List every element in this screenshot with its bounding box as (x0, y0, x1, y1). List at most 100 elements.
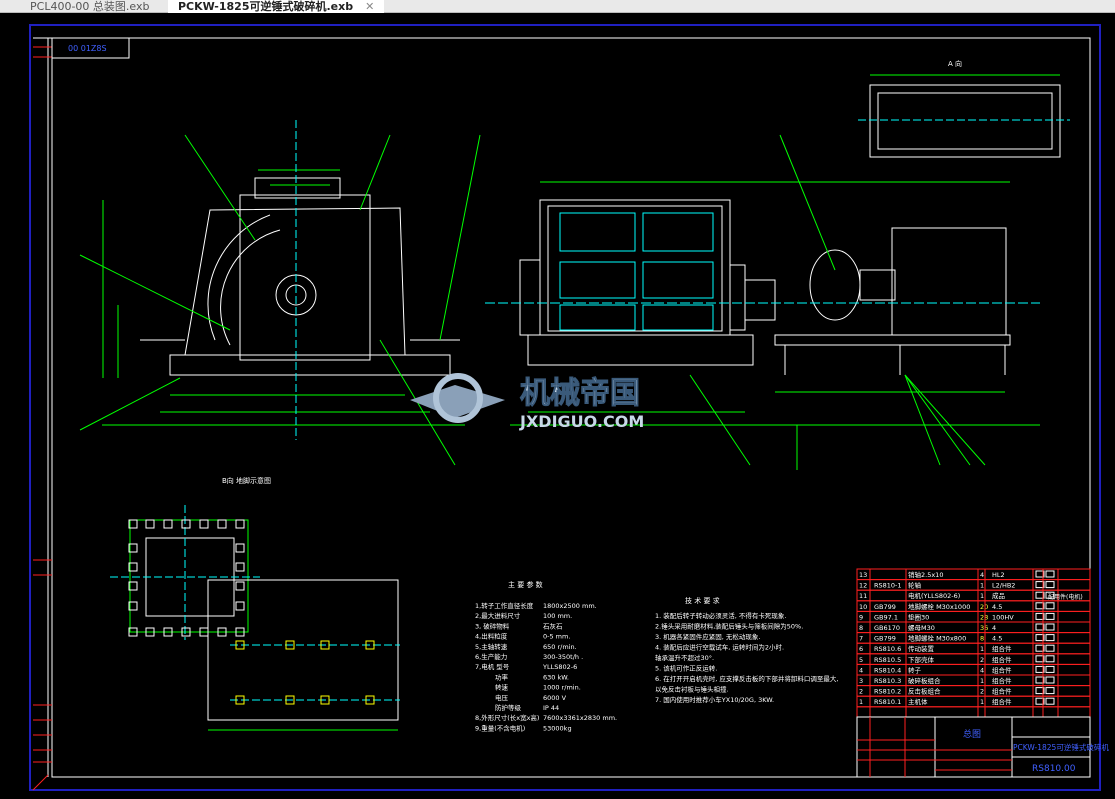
tab-pcl400[interactable]: PCL400-00 总装图.exb (20, 0, 159, 13)
parts-row: 9 GB97.1 垫圈30 28 100HV (856, 610, 1091, 623)
spec-value: 石灰石 (543, 621, 563, 630)
parts-row: 12 RS810-1 轮轴 1 L2/HB2 (856, 579, 1091, 591)
parts-side-note: 配用件(电机) (1048, 593, 1083, 601)
parts-cell: 4 (992, 624, 996, 632)
parts-cell: 垫圈30 (908, 612, 929, 621)
requirement-item: 以免反击衬板与锤头相撞. (655, 685, 729, 694)
watermark-logo: 机械帝国 JXDIGUO.COM (410, 373, 644, 431)
parts-cell: GB6170 (874, 624, 900, 632)
parts-row: 1 RS810.1 主机体 1 组合件 (856, 695, 1091, 708)
front-view-panels (559, 212, 714, 331)
spec-label: 电压 (495, 693, 509, 702)
parts-cell: 破碎板组合 (908, 676, 941, 685)
parts-cell: 主机体 (908, 697, 928, 706)
side-view-dims (79, 134, 481, 466)
anchor-bolt (235, 519, 245, 529)
parts-cell: HL2 (992, 571, 1005, 579)
parts-cell: 下部壳体 (908, 655, 935, 664)
parts-cell: 2 (859, 688, 863, 696)
parts-cell: 8 (980, 635, 984, 643)
a-view-label: A 向 (948, 59, 962, 68)
front-view (519, 199, 1011, 375)
parts-row: 6 RS810.6 传动装置 1 组合件 (856, 642, 1091, 655)
cad-canvas[interactable]: 00 01Z8S A 向 机械帝国 JXDIGUO.COM B向 地脚示意图 主… (0, 0, 1115, 799)
parts-cell: 3 (859, 677, 863, 685)
specs-list: 1,转子工作直径长度 1800x2500 mm. 2,最大进料尺寸 100 mm. 3,… (475, 601, 617, 732)
parts-row: 2 RS810.2 反击板组合 2 组合件 (856, 685, 1091, 697)
drawing-code-number: RS810.00 (1032, 764, 1076, 774)
parts-cell: RS810.2 (874, 688, 901, 696)
parts-cell: 4 (980, 666, 984, 674)
parts-row: 7 GB799 地脚螺栓 M30x800 8 4.5 (856, 632, 1091, 644)
left-strip-labels (33, 46, 52, 763)
foundation-label: B向 地脚示意图 (222, 476, 271, 485)
close-tab-icon[interactable]: ✕ (365, 0, 374, 13)
drawing-code: 00 01Z8S (68, 44, 107, 53)
spec-value: 0-5 mm. (543, 633, 570, 641)
spec-value: YLLS802-6 (542, 663, 577, 671)
watermark-name: 机械帝国 (520, 376, 640, 411)
parts-cell: 100HV (992, 613, 1014, 621)
parts-cell: 成品 (992, 591, 1005, 600)
parts-cell: 电机(YLLS802-6) (908, 591, 960, 600)
parts-cell: 5 (859, 656, 863, 664)
parts-cell: 1 (980, 582, 984, 590)
spec-value: 630 kW. (543, 673, 569, 681)
anchor-bolt (235, 562, 245, 572)
parts-cell: GB799 (874, 603, 896, 611)
anchor-bolt (145, 519, 155, 529)
spec-value: 6000 V (543, 694, 567, 702)
spec-value: 1800x2500 mm. (543, 602, 597, 610)
requirement-item: 7. 国内使用时推荐小车YX10/20G, 3KW. (655, 695, 774, 704)
requirement-item: 5. 该机可作正反运转. (655, 664, 717, 673)
parts-cell: 反击板组合 (908, 687, 941, 696)
spec-value: 7600x3361x2830 mm. (543, 714, 617, 722)
spec-label: 7,电机 型号 (475, 662, 510, 671)
anchor-bolt (199, 519, 209, 529)
parts-table: 13 销轴2.5x10 4 HL212 RS810-1 轮轴 1 L2/HB211 电机(YLL… (856, 568, 1091, 718)
spec-label: 4,出料粒度 (475, 632, 508, 641)
spec-value: 53000kg (543, 724, 572, 732)
parts-header-row (856, 706, 1091, 718)
parts-cell: 组合件 (992, 644, 1012, 653)
parts-row: 10 GB799 地脚螺栓 M30x1000 20 4.5 (856, 600, 1091, 612)
parts-cell: 20 (980, 603, 988, 611)
product-name: PCKW-1825可逆锤式破碎机 (1013, 742, 1109, 752)
spec-value: 1000 r/min. (543, 684, 581, 692)
parts-cell: 2 (980, 688, 984, 696)
spec-value: IP 44 (543, 704, 559, 712)
specs-title: 主 要 参 数 (508, 580, 543, 589)
parts-cell: 11 (859, 592, 867, 600)
spec-label: 9,重量(不含电机) (475, 723, 525, 732)
parts-cell: 1 (980, 677, 984, 685)
spec-label: 3, 破碎物料 (475, 621, 510, 630)
parts-cell: RS810-1 (874, 582, 902, 590)
parts-cell: 转子 (908, 665, 922, 674)
parts-row: 13 销轴2.5x10 4 HL2 (856, 568, 1091, 581)
parts-cell: 8 (859, 624, 863, 632)
parts-cell: 1 (980, 592, 984, 600)
spec-label: 6,生产能力 (475, 652, 507, 661)
requirement-item: 2.锤头采用耐磨材料,装配后锤头与筛板间隙为50%. (655, 622, 803, 631)
spec-value: 300-350t/h . (543, 653, 583, 661)
parts-cell: 地脚螺栓 M30x800 (908, 634, 966, 643)
document-tabs: PCL400-00 总装图.exb PCKW-1825可逆锤式破碎机.exb ✕ (0, 0, 1115, 13)
parts-cell: 1 (980, 645, 984, 653)
parts-cell: GB97.1 (874, 613, 898, 621)
parts-cell: 组合件 (992, 687, 1012, 696)
anchor-bolt (217, 519, 227, 529)
parts-cell: 10 (859, 603, 867, 611)
tab-pckw1825[interactable]: PCKW-1825可逆锤式破碎机.exb ✕ (168, 0, 385, 13)
parts-cell: 螺母M30 (908, 623, 935, 632)
parts-cell: 1 (980, 698, 984, 706)
parts-cell: 1 (859, 698, 863, 706)
requirements-list: 1. 装配后转子转动必须灵活, 不得有卡死现象. 2.锤头采用耐磨材料,装配后锤头… (655, 611, 838, 704)
parts-cell: 组合件 (992, 676, 1012, 685)
anchor-bolt (235, 601, 245, 611)
spec-label: 功率 (495, 672, 509, 681)
parts-cell: 4 (859, 666, 863, 674)
parts-cell: RS810.5 (874, 656, 901, 664)
parts-row: 3 RS810.3 破碎板组合 1 组合件 (856, 674, 1091, 687)
parts-cell: RS810.6 (874, 645, 901, 653)
requirement-item: 1. 装配后转子转动必须灵活, 不得有卡死现象. (655, 611, 786, 620)
